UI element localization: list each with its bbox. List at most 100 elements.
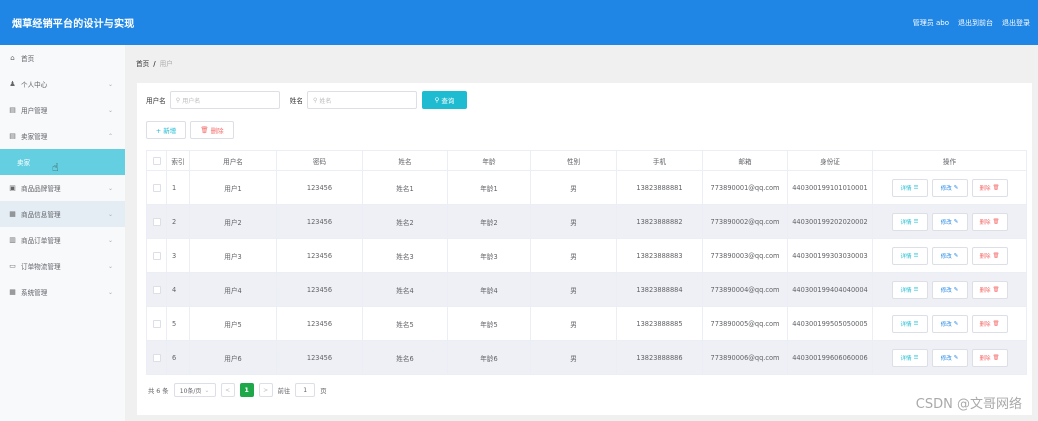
row-checkbox[interactable] (152, 251, 161, 260)
cell-username: 用户4 (189, 272, 277, 307)
column-header: 密码 (276, 150, 363, 171)
row-select-cell[interactable] (146, 340, 167, 375)
table-row: 1 用户1 123456 姓名1 年龄1 男 13823888881 773890001@qq… (146, 170, 1027, 205)
cell-email: 773890006@qq.com (702, 340, 788, 375)
row-delete-button-label: 删除 (979, 355, 991, 362)
column-header: 用户名 (189, 150, 277, 171)
sidebar-subitem-seller[interactable]: 卖家 ☝ (0, 149, 125, 175)
top-header: 烟草经销平台的设计与实现 管理员 abo 退出到前台 退出登录 (0, 0, 1038, 45)
sidebar-item-label: 系统管理 (21, 289, 48, 297)
search-icon: ⚲ (175, 96, 181, 104)
query-button[interactable]: ⚲ 查询 (421, 91, 467, 109)
sidebar-item-users[interactable]: ▤ 用户管理 ⌄ (0, 97, 125, 123)
detail-icon: ☰ (913, 252, 919, 259)
name-label: 姓名 (289, 97, 303, 105)
doc-icon: ▦ (9, 210, 16, 218)
row-checkbox[interactable] (152, 353, 161, 362)
total-count: 共 6 条 (148, 387, 169, 395)
detail-button[interactable]: 详情 ☰ (891, 314, 928, 333)
edit-icon: ✎ (953, 354, 959, 361)
cell-username: 用户5 (189, 306, 277, 341)
cell-index: 4 (166, 272, 190, 307)
sidebar-item-orders[interactable]: ▥ 商品订单管理 ⌄ (0, 227, 125, 253)
column-header: 操作 (872, 150, 1027, 171)
cell-age: 年龄5 (447, 306, 531, 341)
edit-button[interactable]: 修改 ✎ (931, 246, 968, 265)
detail-button[interactable]: 详情 ☰ (891, 246, 928, 265)
table-row: 3 用户3 123456 姓名3 年龄3 男 13823888883 773890003@qq… (146, 238, 1027, 273)
row-select-cell[interactable] (146, 204, 167, 239)
detail-icon: ☰ (913, 286, 919, 293)
sidebar-item-label: 卖家 (17, 159, 31, 167)
sidebar-item-logistics[interactable]: ▭ 订单物流管理 ⌄ (0, 253, 125, 279)
sidebar-item-home[interactable]: ⌂ 首页 (0, 45, 125, 71)
cell-gender: 男 (530, 306, 617, 341)
column-header: 年龄 (447, 150, 531, 171)
detail-button[interactable]: 详情 ☰ (891, 178, 928, 197)
sidebar-item-products[interactable]: ▦ 商品信息管理 ⌄ (0, 201, 125, 227)
cell-name: 姓名4 (362, 272, 448, 307)
prev-page-button[interactable]: < (220, 383, 235, 397)
edit-button[interactable]: 修改 ✎ (931, 280, 968, 299)
edit-button[interactable]: 修改 ✎ (931, 314, 968, 333)
page-size-select[interactable]: 10条/页 ⌄ (173, 383, 216, 397)
row-checkbox[interactable] (152, 183, 161, 192)
name-input[interactable]: ⚲ 姓名 (306, 91, 417, 109)
add-button[interactable]: + 新增 (146, 121, 186, 139)
current-page-button[interactable]: 1 (239, 383, 254, 397)
edit-button[interactable]: 修改 ✎ (931, 212, 968, 231)
edit-button-label: 修改 (940, 253, 952, 260)
row-checkbox[interactable] (152, 319, 161, 328)
edit-button[interactable]: 修改 ✎ (931, 178, 968, 197)
content-panel: 用户名 ⚲ 用户名 姓名 ⚲ 姓名 ⚲ 查询 + 新增 🗑 删除 索引 用户名 … (137, 83, 1032, 415)
cell-username: 用户1 (189, 170, 277, 205)
logout-link[interactable]: 退出登录 (1002, 18, 1030, 28)
detail-button[interactable]: 详情 ☰ (891, 212, 928, 231)
trash-icon: 🗑 (992, 320, 1000, 327)
cell-name: 姓名5 (362, 306, 448, 341)
home-icon: ⌂ (10, 54, 15, 62)
sidebar-item-brands[interactable]: ▣ 商品品牌管理 ⌄ (0, 175, 125, 201)
goto-page-input[interactable]: 1 (295, 383, 316, 397)
select-all-cell[interactable] (146, 150, 167, 171)
row-delete-button[interactable]: 删除 🗑 (971, 280, 1008, 299)
row-select-cell[interactable] (146, 170, 167, 205)
row-delete-button[interactable]: 删除 🗑 (971, 348, 1008, 367)
cell-name: 姓名2 (362, 204, 448, 239)
sidebar-item-system[interactable]: ▦ 系统管理 ⌄ (0, 279, 125, 305)
back-to-front-link[interactable]: 退出到前台 (958, 18, 993, 28)
search-icon: ⚲ (434, 96, 440, 104)
row-checkbox[interactable] (152, 217, 161, 226)
cell-operations: 详情 ☰ 修改 ✎ 删除 🗑 (872, 170, 1027, 205)
cell-idcard: 440300199606060006 (787, 340, 873, 375)
next-page-button[interactable]: > (258, 383, 273, 397)
detail-button[interactable]: 详情 ☰ (891, 348, 928, 367)
row-checkbox[interactable] (152, 285, 161, 294)
cell-username: 用户6 (189, 340, 277, 375)
row-delete-button[interactable]: 删除 🗑 (971, 178, 1008, 197)
cell-gender: 男 (530, 238, 617, 273)
breadcrumb: 首页 / 用户 (136, 58, 173, 68)
cell-password: 123456 (276, 204, 363, 239)
cell-phone: 13823888881 (616, 170, 703, 205)
row-delete-button[interactable]: 删除 🗑 (971, 246, 1008, 265)
table-row: 5 用户5 123456 姓名5 年龄5 男 13823888885 773890005@qq… (146, 306, 1027, 341)
row-delete-button[interactable]: 删除 🗑 (971, 212, 1008, 231)
edit-button[interactable]: 修改 ✎ (931, 348, 968, 367)
row-select-cell[interactable] (146, 306, 167, 341)
sidebar-item-profile[interactable]: ♟ 个人中心 ⌄ (0, 71, 125, 97)
page-unit: 页 (320, 387, 327, 395)
username-input[interactable]: ⚲ 用户名 (169, 91, 280, 109)
select-all-checkbox[interactable] (152, 156, 161, 165)
row-select-cell[interactable] (146, 238, 167, 273)
cell-phone: 13823888886 (616, 340, 703, 375)
delete-button[interactable]: 🗑 删除 (190, 121, 234, 139)
row-delete-button-label: 删除 (979, 287, 991, 294)
sidebar-item-sellers[interactable]: ▤ 卖家管理 ⌃ (0, 123, 125, 149)
row-delete-button[interactable]: 删除 🗑 (971, 314, 1008, 333)
cell-phone: 13823888882 (616, 204, 703, 239)
row-select-cell[interactable] (146, 272, 167, 307)
breadcrumb-home[interactable]: 首页 (136, 60, 149, 68)
username-label: 用户名 (146, 97, 166, 105)
detail-button[interactable]: 详情 ☰ (891, 280, 928, 299)
